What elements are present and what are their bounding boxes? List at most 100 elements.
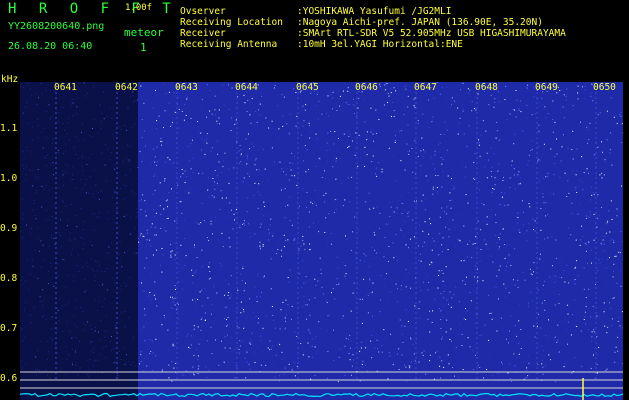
noise-speck: [406, 85, 408, 86]
noise-speck: [556, 219, 558, 220]
noise-speck: [499, 295, 501, 297]
noise-speck: [140, 233, 142, 234]
noise-speck: [486, 369, 488, 371]
noise-speck: [349, 201, 351, 203]
noise-speck: [171, 307, 173, 309]
noise-speck: [130, 168, 132, 170]
noise-speck: [200, 330, 202, 332]
noise-speck: [41, 83, 43, 85]
noise-speck: [215, 216, 217, 218]
noise-speck: [214, 95, 216, 97]
noise-speck: [588, 139, 590, 141]
noise-speck: [153, 227, 155, 229]
noise-speck: [441, 207, 443, 209]
noise-speck: [205, 366, 207, 368]
noise-speck: [131, 127, 133, 129]
noise-speck: [154, 161, 156, 163]
noise-speck: [256, 122, 258, 123]
noise-speck: [390, 206, 392, 208]
noise-speck: [404, 220, 405, 222]
noise-speck: [325, 177, 327, 179]
noise-speck: [523, 224, 524, 225]
noise-speck: [171, 124, 173, 126]
noise-speck: [154, 216, 155, 218]
noise-speck: [249, 298, 251, 300]
noise-speck: [280, 189, 282, 191]
noise-speck: [208, 262, 210, 264]
noise-speck: [528, 154, 530, 156]
noise-speck: [602, 257, 603, 259]
noise-speck: [172, 301, 174, 303]
noise-speck: [96, 310, 98, 311]
noise-speck: [221, 330, 223, 332]
noise-speck: [354, 216, 356, 218]
noise-speck: [64, 259, 66, 261]
noise-speck: [393, 257, 395, 259]
noise-speck: [581, 156, 583, 158]
noise-speck: [368, 192, 370, 194]
noise-speck: [425, 175, 427, 177]
noise-speck: [282, 125, 284, 127]
noise-speck: [179, 201, 181, 203]
noise-speck: [219, 123, 220, 125]
noise-speck: [30, 232, 32, 234]
noise-speck: [435, 352, 437, 354]
noise-speck: [450, 106, 452, 108]
noise-speck: [505, 86, 507, 87]
noise-speck: [145, 215, 147, 217]
noise-speck: [471, 110, 473, 112]
noise-speck: [150, 226, 152, 228]
noise-speck: [605, 284, 607, 286]
noise-speck: [580, 239, 582, 241]
noise-speck: [558, 87, 559, 89]
noise-speck: [198, 172, 200, 174]
noise-speck: [22, 164, 24, 166]
noise-speck: [84, 221, 86, 222]
noise-speck: [326, 142, 328, 144]
noise-speck: [308, 124, 310, 126]
noise-speck: [55, 345, 57, 347]
noise-speck: [42, 147, 44, 149]
noise-speck: [566, 328, 568, 330]
noise-speck: [159, 205, 161, 207]
noise-speck: [605, 224, 607, 226]
noise-speck: [209, 271, 211, 272]
noise-speck: [518, 110, 520, 112]
noise-speck: [474, 243, 476, 244]
noise-speck: [371, 291, 373, 293]
noise-speck: [617, 350, 619, 352]
noise-speck: [234, 123, 236, 125]
noise-speck: [431, 322, 433, 323]
noise-speck: [471, 257, 473, 259]
noise-speck: [240, 161, 242, 162]
noise-speck: [573, 299, 575, 301]
noise-speck: [190, 117, 192, 119]
noise-speck: [526, 369, 528, 371]
noise-speck: [399, 228, 401, 230]
noise-speck: [76, 113, 78, 115]
noise-speck: [178, 304, 179, 306]
noise-speck: [199, 350, 201, 352]
noise-speck: [238, 162, 240, 164]
noise-speck: [214, 109, 216, 111]
noise-speck: [256, 169, 258, 171]
noise-speck: [369, 292, 371, 294]
noise-speck: [514, 325, 516, 327]
noise-speck: [194, 271, 196, 273]
noise-speck: [216, 182, 218, 184]
noise-speck: [181, 212, 183, 214]
noise-speck: [82, 238, 84, 240]
noise-speck: [301, 287, 303, 289]
noise-speck: [482, 120, 484, 122]
noise-speck: [115, 362, 117, 364]
noise-speck: [172, 298, 174, 300]
noise-speck: [174, 242, 176, 244]
noise-speck: [442, 158, 444, 160]
noise-speck: [236, 325, 238, 327]
capture-datetime: 26.08.20 06:40: [8, 41, 93, 52]
noise-speck: [83, 82, 85, 84]
noise-speck: [437, 287, 439, 289]
noise-speck: [287, 168, 289, 170]
noise-speck: [57, 352, 59, 354]
noise-speck: [152, 209, 154, 210]
